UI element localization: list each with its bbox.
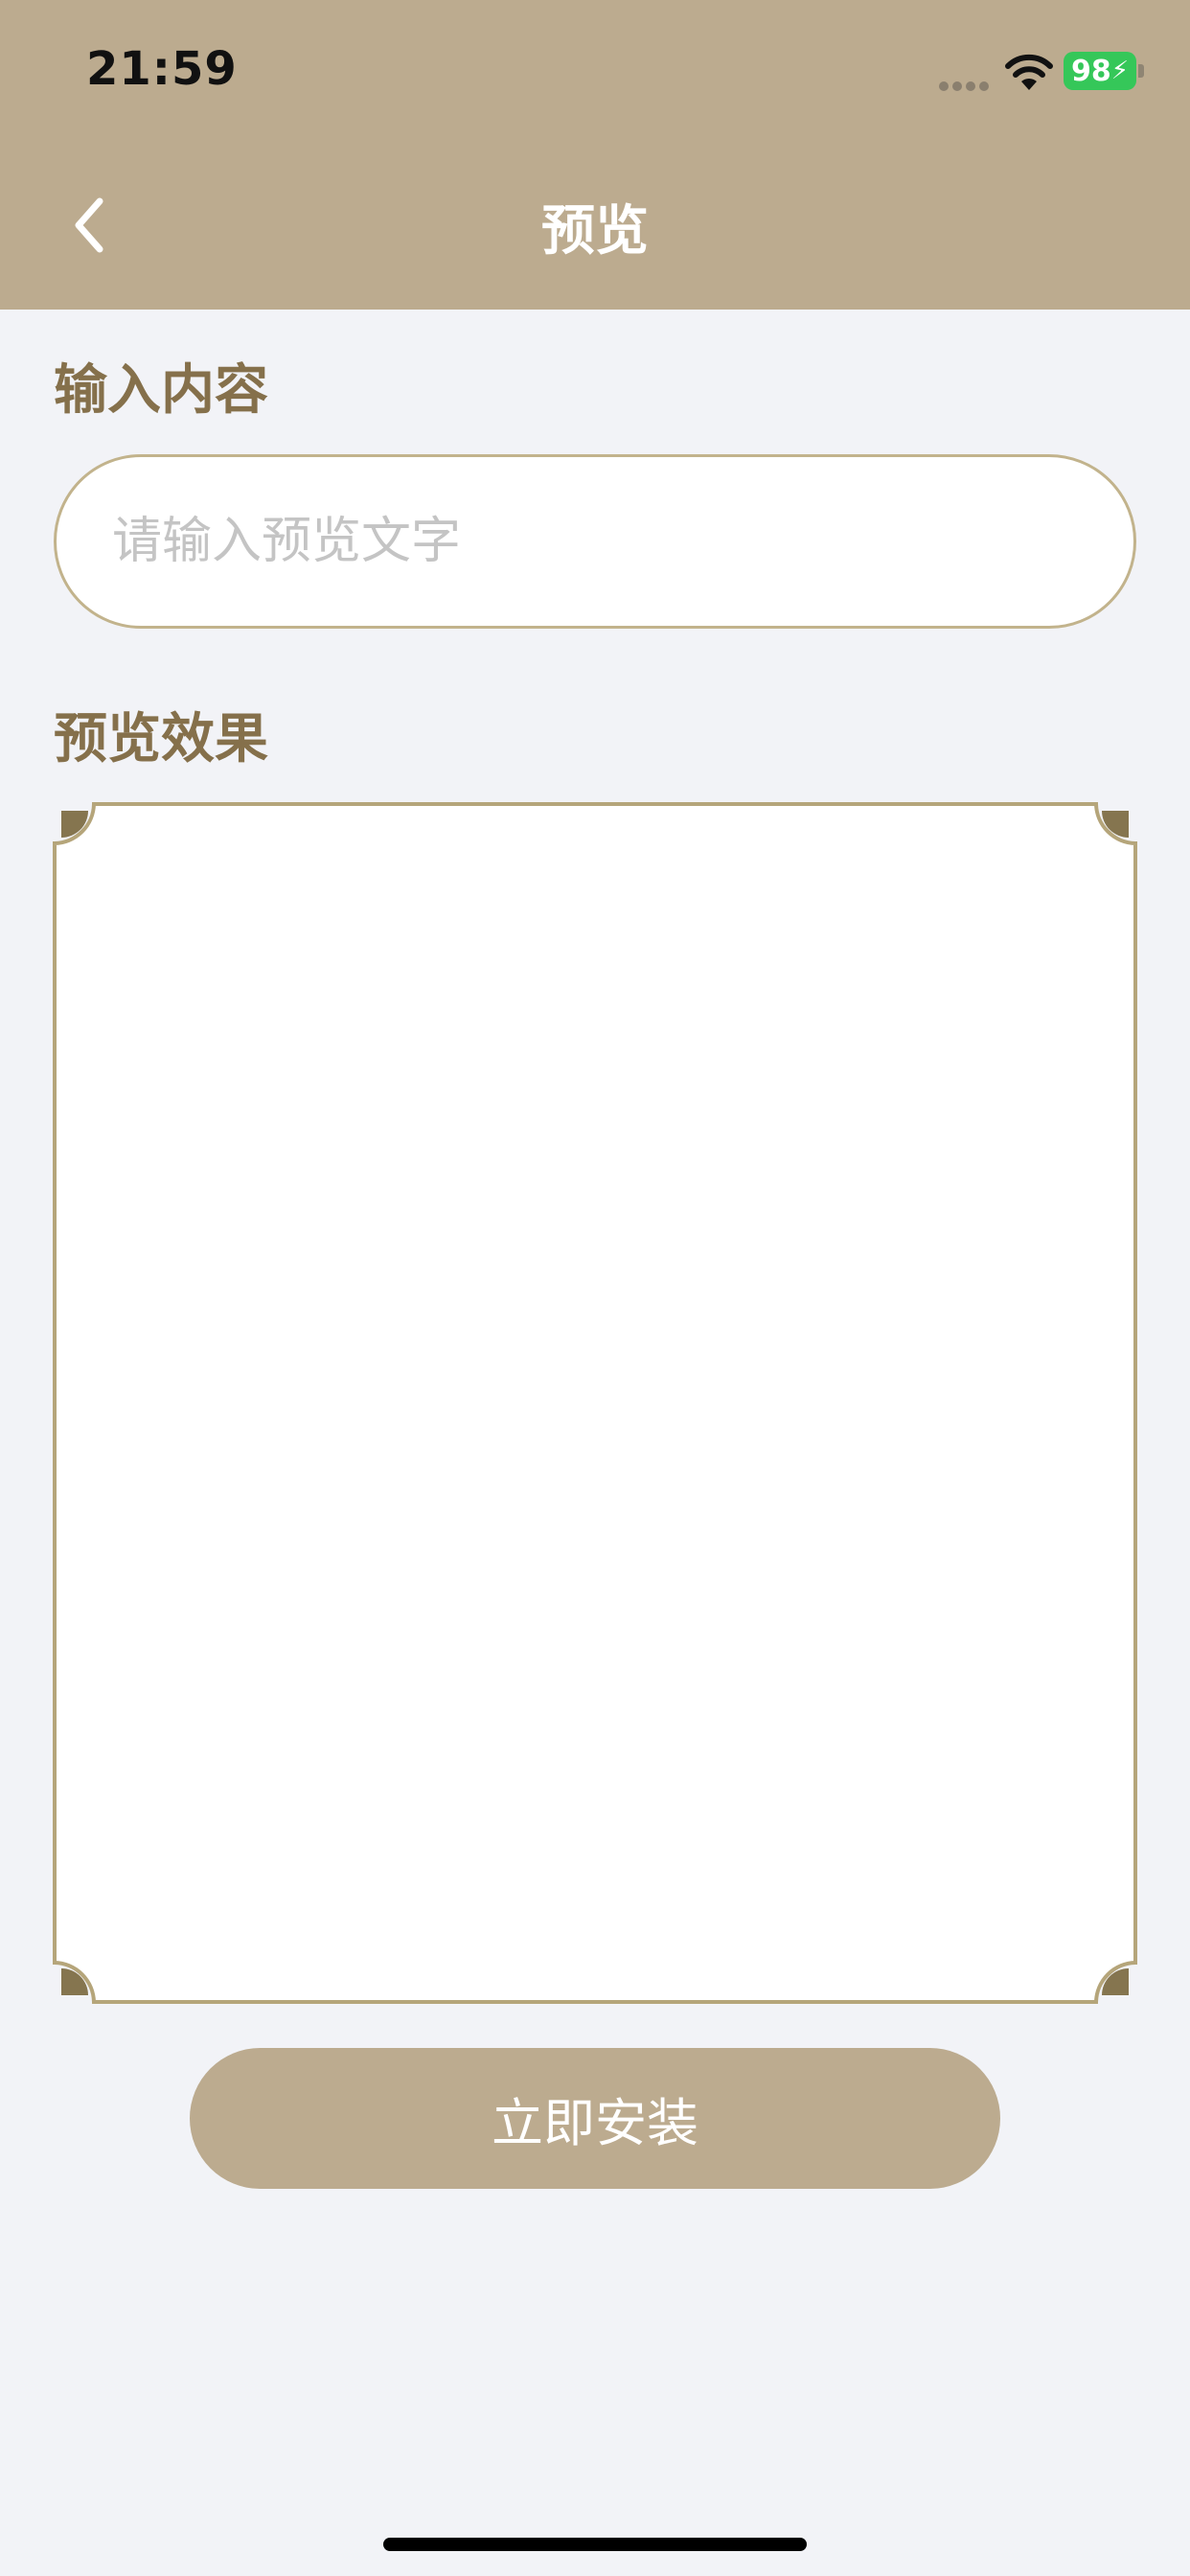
signal-icon [939,77,993,95]
preview-text-input[interactable] [57,457,1133,626]
preview-frame-border [53,802,1137,2004]
input-section-label: 输入内容 [54,359,268,422]
battery-icon: 98 ⚡ [1064,52,1136,90]
battery-cap [1138,64,1144,78]
install-button[interactable]: 立即安装 [190,2048,1000,2189]
preview-text-field[interactable] [54,454,1136,629]
preview-frame [52,801,1138,2005]
header-bar: 21:59 98 ⚡ 预览 [0,0,1190,310]
page-title: 预览 [541,200,649,263]
battery-level: 98 [1070,54,1111,88]
status-time: 21:59 [86,42,238,96]
wifi-icon [1005,54,1053,90]
preview-section-label: 预览效果 [54,708,268,770]
home-indicator [383,2538,807,2551]
